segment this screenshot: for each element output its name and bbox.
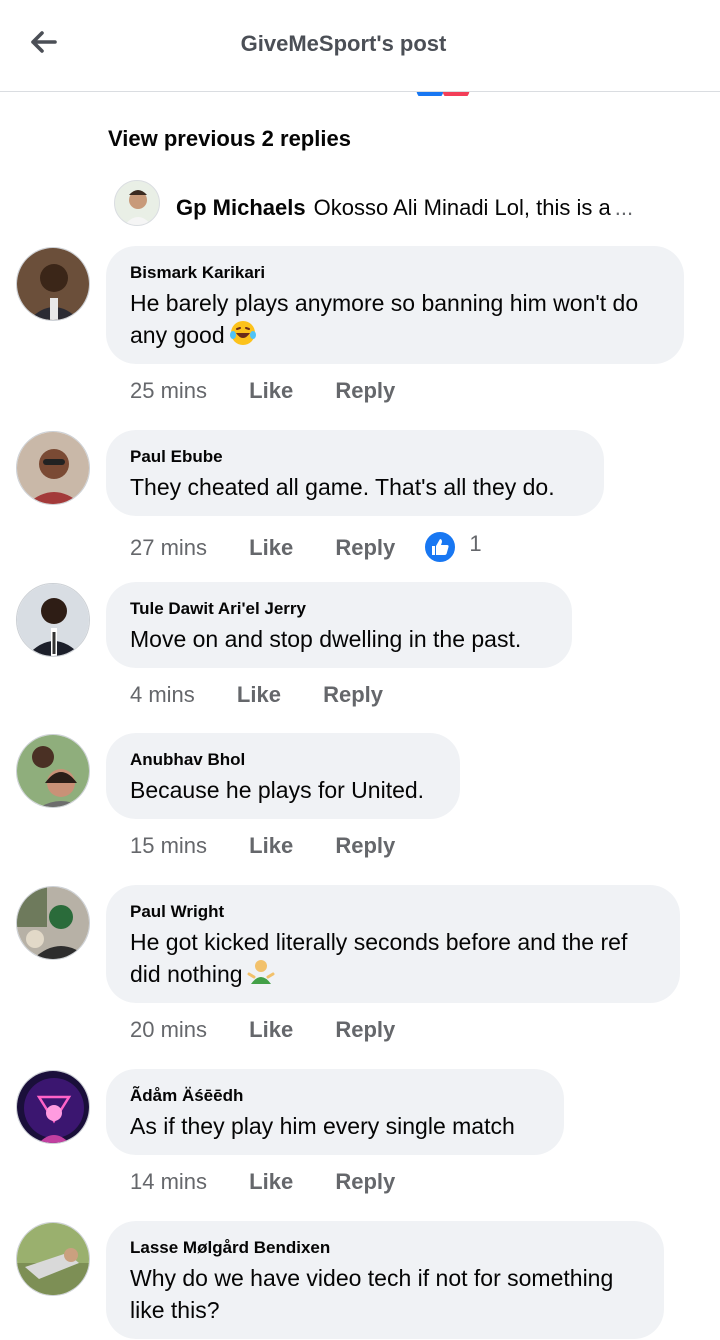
comment-author[interactable]: Ãdåm Äśēēdh [130,1086,540,1106]
comment-bubble: Anubhav Bhol Because he plays for United… [106,733,460,819]
comment-meta: 25 mins Like Reply [130,378,395,404]
comment-bubble: Paul Wright He got kicked literally seco… [106,885,680,1003]
top-bar: GiveMeSport's post [0,0,720,92]
like-button[interactable]: Like [249,833,293,859]
reply-button[interactable]: Reply [335,378,395,404]
comment-meta: 15 mins Like Reply [130,833,395,859]
comment-time: 15 mins [130,833,208,858]
avatar[interactable] [16,1222,90,1296]
reply-button[interactable]: Reply [335,535,395,561]
reply-preview-text: Gp Michaels Okosso Ali Minadi Lol, this i… [176,195,684,221]
reply-ellipsis: ... [614,195,634,220]
latest-reply-preview[interactable]: Gp Michaels Okosso Ali Minadi Lol, this i… [114,180,684,228]
reply-button[interactable]: Reply [335,833,395,859]
comment-meta: 14 mins Like Reply [130,1169,395,1195]
reply-snippet: Okosso Ali Minadi Lol, this is a [313,195,611,220]
avatar[interactable] [16,886,90,960]
like-button[interactable]: Like [249,1169,293,1195]
comment-bubble: Ãdåm Äśēēdh As if they play him every si… [106,1069,564,1155]
reply-button[interactable]: Reply [323,682,383,708]
like-button[interactable]: Like [249,1017,293,1043]
comment-text: Why do we have video tech if not for som… [130,1265,614,1323]
like-button[interactable]: Like [249,378,293,404]
view-previous-replies-link[interactable]: View previous 2 replies [108,126,351,152]
avatar[interactable] [16,247,90,321]
avatar[interactable] [16,734,90,808]
comment-bubble: Bismark Karikari He barely plays anymore… [106,246,684,364]
laughing-tears-emoji-icon [229,321,256,345]
comment-author[interactable]: Tule Dawit Ari'el Jerry [130,599,548,619]
like-button[interactable]: Like [237,682,281,708]
comment-meta: 20 mins Like Reply [130,1017,395,1043]
comment-text: He got kicked literally seconds before a… [130,929,628,987]
comment-author[interactable]: Lasse Mølgård Bendixen [130,1238,640,1258]
comment-bubble: Paul Ebube They cheated all game. That's… [106,430,604,516]
avatar [114,180,160,226]
thumbs-up-icon [432,539,449,555]
comment-author[interactable]: Bismark Karikari [130,263,660,283]
comment-time: 25 mins [130,378,208,403]
comment-text: They cheated all game. That's all they d… [130,474,555,500]
comment-meta: 4 mins Like Reply [130,682,383,708]
comment-time: 20 mins [130,1017,208,1042]
like-button[interactable]: Like [249,535,293,561]
person-shrugging-emoji-icon [247,960,275,984]
avatar[interactable] [16,1070,90,1144]
avatar[interactable] [16,583,90,657]
reply-author[interactable]: Gp Michaels [176,195,306,220]
comment-time: 14 mins [130,1169,208,1194]
comment-text: He barely plays anymore so banning him w… [130,290,639,348]
page-title: GiveMeSport's post [240,31,447,56]
comment-author[interactable]: Paul Ebube [130,447,580,467]
comment-text: Move on and stop dwelling in the past. [130,626,522,652]
comment-text: Because he plays for United. [130,777,425,803]
reaction-badge[interactable] [423,530,458,564]
comment-author[interactable]: Anubhav Bhol [130,750,436,770]
comment-meta: 27 mins Like Reply 1 [130,530,482,564]
comment-bubble: Lasse Mølgård Bendixen Why do we have vi… [106,1221,664,1339]
reply-button[interactable]: Reply [335,1017,395,1043]
comment-author[interactable]: Paul Wright [130,902,656,922]
comment-bubble: Tule Dawit Ari'el Jerry Move on and stop… [106,582,572,668]
comment-time: 4 mins [130,682,195,707]
reply-button[interactable]: Reply [335,1169,395,1195]
comment-time: 27 mins [130,535,208,560]
comment-text: As if they play him every single match [130,1113,515,1139]
reaction-count: 1 [469,531,482,556]
avatar[interactable] [16,431,90,505]
